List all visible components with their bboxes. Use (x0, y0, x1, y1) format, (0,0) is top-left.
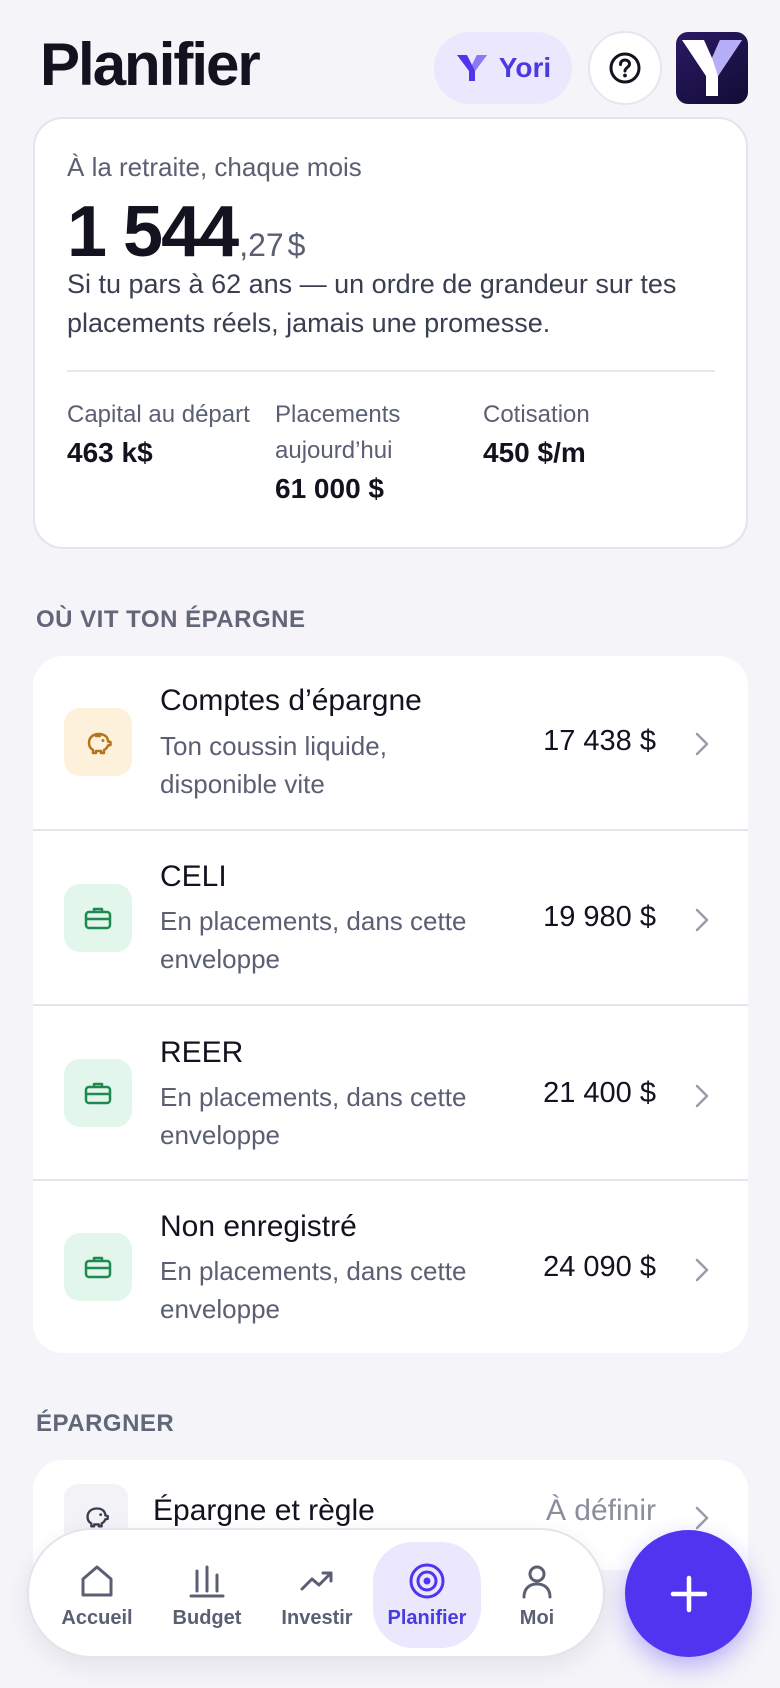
account-title: Non enregistré (160, 1210, 357, 1243)
briefcase-icon (64, 1059, 132, 1127)
savings-accounts-list: Comptes d’épargne Ton coussin liquide, d… (33, 656, 748, 1353)
nav-item-planifier[interactable]: Planifier (373, 1542, 481, 1648)
nav-label: Moi (519, 1606, 555, 1629)
stat-value: 450 $/m (483, 437, 586, 468)
stat-label: Placements aujourd’hui (275, 401, 401, 464)
nav-item-budget[interactable]: Budget (153, 1542, 261, 1648)
chevron-right-icon (695, 1084, 709, 1108)
chevron-right-icon (695, 1506, 709, 1530)
stat-label: Cotisation (483, 401, 590, 428)
plus-icon (670, 1575, 707, 1612)
account-row-reer[interactable]: REER En placements, dans cette enveloppe… (33, 1006, 748, 1181)
nav-item-investir[interactable]: Investir (263, 1542, 371, 1648)
nav-label: Planifier (387, 1606, 467, 1629)
amount-cents: ,27 (239, 227, 284, 263)
savings-rule-title: Épargne et règle (153, 1494, 375, 1527)
yori-logo-icon (456, 55, 487, 81)
account-row-celi[interactable]: CELI En placements, dans cette enveloppe… (33, 831, 748, 1006)
stat-starting-capital: Capital au départ 463 k$ (67, 397, 267, 469)
bar-chart-icon (189, 1565, 225, 1597)
nav-item-accueil[interactable]: Accueil (43, 1542, 151, 1648)
summary-description: Si tu pars à 62 ans — un ordre de grande… (67, 269, 677, 338)
account-row-savings[interactable]: Comptes d’épargne Ton coussin liquide, d… (33, 656, 748, 831)
add-button[interactable] (625, 1530, 752, 1657)
account-subtitle: Ton coussin liquide, disponible vite (160, 731, 387, 799)
account-title: CELI (160, 860, 227, 893)
savings-rule-status: À définir (545, 1494, 656, 1527)
help-button[interactable] (588, 31, 662, 105)
account-row-non-registered[interactable]: Non enregistré En placements, dans cette… (33, 1181, 748, 1353)
app-logo-icon (682, 40, 742, 96)
yori-assistant-button[interactable]: Yori (434, 32, 572, 104)
account-subtitle: En placements, dans cette enveloppe (160, 906, 467, 974)
account-title: REER (160, 1036, 244, 1069)
briefcase-icon (64, 884, 132, 952)
target-icon (409, 1563, 445, 1598)
account-title: Comptes d’épargne (160, 684, 422, 717)
page-title: Planifier (40, 31, 261, 98)
nav-label: Budget (172, 1606, 242, 1629)
home-icon (81, 1565, 113, 1596)
account-subtitle: En placements, dans cette enveloppe (160, 1082, 467, 1150)
stat-value: 61 000 $ (275, 473, 384, 504)
monthly-retirement-amount: 1 544 ,27 $ (67, 191, 305, 273)
retirement-summary-card: À la retraite, chaque mois 1 544 ,27 $ S… (33, 117, 748, 549)
save-section-title: ÉPARGNER (36, 1410, 175, 1437)
account-amount: 17 438 $ (543, 725, 656, 757)
savings-section-title: OÙ VIT TON ÉPARGNE (36, 606, 306, 633)
chevron-right-icon (695, 1258, 709, 1282)
amount-integer: 1 544 (67, 192, 239, 272)
bottom-navigation: Accueil Budget Investir Planifier Moi (27, 1528, 605, 1658)
nav-label: Investir (281, 1606, 353, 1629)
amount-currency: $ (287, 227, 306, 263)
account-amount: 21 400 $ (543, 1077, 656, 1109)
briefcase-icon (64, 1233, 132, 1301)
user-icon (522, 1565, 552, 1598)
account-amount: 24 090 $ (543, 1251, 656, 1283)
piggy-bank-icon (64, 708, 132, 776)
nav-label: Accueil (61, 1606, 133, 1629)
header: Planifier Yori (0, 0, 780, 120)
stat-current-investments: Placements aujourd’hui 61 000 $ (275, 397, 465, 505)
yori-label: Yori (498, 52, 552, 83)
account-subtitle: En placements, dans cette enveloppe (160, 1256, 467, 1324)
chevron-right-icon (695, 732, 709, 756)
summary-caption: À la retraite, chaque mois (67, 152, 362, 182)
summary-divider (67, 370, 715, 372)
stat-value: 463 k$ (67, 437, 153, 468)
app-logo[interactable] (676, 32, 748, 104)
trend-up-icon (300, 1571, 333, 1590)
chevron-right-icon (695, 908, 709, 932)
account-amount: 19 980 $ (543, 901, 656, 933)
nav-item-moi[interactable]: Moi (483, 1542, 591, 1648)
stat-label: Capital au départ (67, 401, 250, 428)
stat-contribution: Cotisation 450 $/m (483, 397, 683, 469)
question-icon (609, 52, 641, 84)
